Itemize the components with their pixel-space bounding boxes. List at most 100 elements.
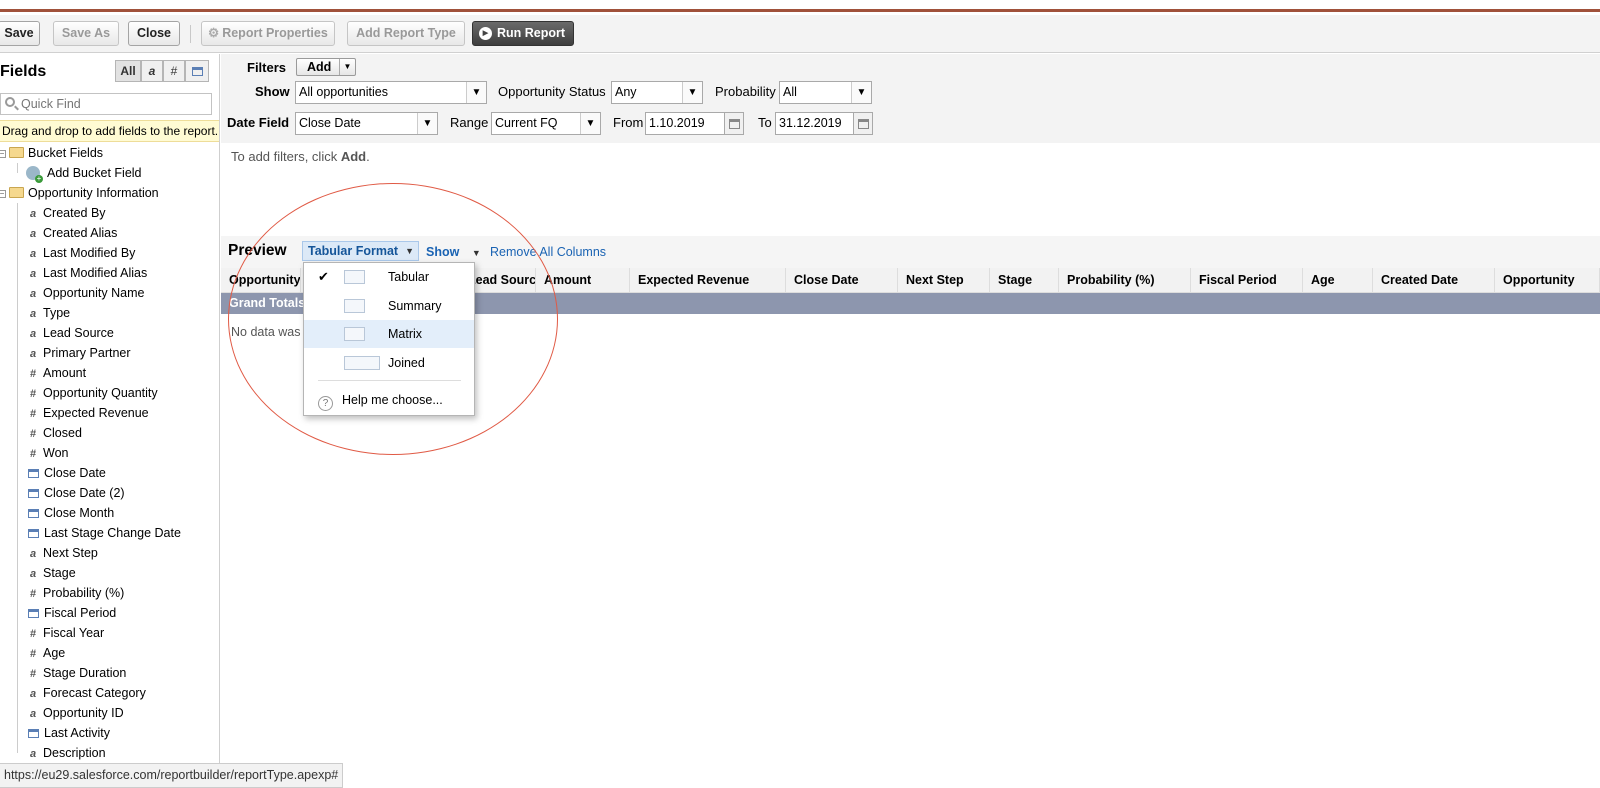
- opportunity-status-label: Opportunity Status: [498, 84, 606, 99]
- field-item[interactable]: a Last Modified Alias: [28, 263, 147, 283]
- folder-icon: [9, 147, 24, 158]
- field-item[interactable]: Last Activity: [28, 723, 110, 743]
- field-item[interactable]: a Description: [28, 743, 106, 763]
- field-item[interactable]: # Expected Revenue: [28, 403, 149, 423]
- opportunity-status-select[interactable]: Any ▼: [611, 81, 703, 104]
- chevron-down-icon: ▼: [580, 113, 600, 134]
- search-icon-handle: [14, 105, 19, 111]
- from-calendar-button[interactable]: [724, 112, 744, 135]
- field-item[interactable]: # Fiscal Year: [28, 623, 104, 643]
- column-header[interactable]: Probability (%): [1059, 268, 1191, 293]
- field-item-label: Created By: [43, 206, 106, 220]
- chevron-down-icon: ▼: [339, 59, 355, 75]
- field-group[interactable]: − Bucket Fields: [0, 143, 103, 163]
- filter-text-button[interactable]: a: [141, 60, 163, 82]
- field-item[interactable]: a Opportunity ID: [28, 703, 124, 723]
- save-as-button[interactable]: Save As: [53, 21, 119, 46]
- chevron-down-icon: ▼: [682, 82, 702, 103]
- run-report-button[interactable]: ▶ Run Report: [472, 21, 574, 46]
- help-me-choose-item[interactable]: ? Help me choose...: [318, 389, 443, 411]
- collapse-icon[interactable]: −: [0, 190, 6, 198]
- to-calendar-button[interactable]: [853, 112, 873, 135]
- close-button[interactable]: Close: [128, 21, 180, 46]
- add-filter-label: Add: [307, 60, 332, 74]
- add-filter-message-suffix: .: [366, 149, 370, 164]
- column-header[interactable]: Created Date: [1373, 268, 1495, 293]
- filter-date-button[interactable]: [185, 60, 209, 82]
- probability-select[interactable]: All ▼: [779, 81, 872, 104]
- format-option-tabular[interactable]: ✔ Tabular: [304, 263, 474, 291]
- show-dropdown-link[interactable]: Show ▼: [426, 245, 481, 259]
- column-header[interactable]: Stage: [990, 268, 1059, 293]
- field-item[interactable]: # Stage Duration: [28, 663, 126, 683]
- field-item[interactable]: + Add Bucket Field: [26, 163, 142, 183]
- format-option-joined[interactable]: Joined: [304, 349, 474, 377]
- field-item[interactable]: # Age: [28, 643, 65, 663]
- format-option-matrix[interactable]: Matrix: [304, 320, 474, 348]
- collapse-icon[interactable]: −: [0, 150, 6, 158]
- column-header[interactable]: Close Date: [786, 268, 898, 293]
- field-item[interactable]: a Primary Partner: [28, 343, 131, 363]
- field-item[interactable]: a Lead Source: [28, 323, 114, 343]
- filter-all-button[interactable]: All: [115, 60, 141, 82]
- to-label: To: [758, 115, 772, 130]
- show-select[interactable]: All opportunities ▼: [295, 81, 487, 104]
- field-item[interactable]: a Last Modified By: [28, 243, 135, 263]
- field-item[interactable]: # Won: [28, 443, 69, 463]
- format-option-summary[interactable]: Summary: [304, 292, 474, 320]
- add-filter-button[interactable]: Add ▼: [296, 58, 356, 76]
- quick-find-input[interactable]: [21, 97, 206, 111]
- date-field-select[interactable]: Close Date ▼: [295, 112, 438, 135]
- filter-number-button[interactable]: #: [163, 60, 185, 82]
- add-report-type-button[interactable]: Add Report Type: [347, 21, 465, 46]
- field-item-label: Last Activity: [44, 726, 110, 740]
- add-filter-message: To add filters, click Add.: [231, 149, 370, 164]
- report-properties-button[interactable]: ⚙ Report Properties: [201, 21, 335, 46]
- calendar-icon: [28, 469, 39, 478]
- probability-value: All: [783, 85, 797, 99]
- remove-all-columns-link[interactable]: Remove All Columns: [490, 245, 606, 259]
- field-item[interactable]: a Created By: [28, 203, 106, 223]
- field-item[interactable]: Last Stage Change Date: [28, 523, 181, 543]
- column-header[interactable]: Amount: [536, 268, 630, 293]
- column-header[interactable]: Opportunity: [1495, 268, 1600, 293]
- field-item-label: Add Bucket Field: [47, 166, 142, 180]
- field-item[interactable]: a Opportunity Name: [28, 283, 145, 303]
- field-item[interactable]: # Probability (%): [28, 583, 124, 603]
- field-group[interactable]: − Opportunity Information: [0, 183, 159, 203]
- number-icon: #: [29, 368, 37, 380]
- calendar-icon: [28, 529, 39, 538]
- column-header[interactable]: Age: [1303, 268, 1373, 293]
- tree-guide-line: [17, 203, 18, 753]
- from-date-input[interactable]: 1.10.2019: [645, 112, 725, 135]
- field-item[interactable]: # Amount: [28, 363, 86, 383]
- field-item[interactable]: a Stage: [28, 563, 76, 583]
- number-icon: #: [29, 388, 37, 400]
- field-item[interactable]: Close Month: [28, 503, 114, 523]
- menu-divider: [318, 380, 461, 381]
- field-item[interactable]: a Type: [28, 303, 70, 323]
- number-icon: #: [29, 628, 37, 640]
- save-button[interactable]: Save: [0, 21, 40, 46]
- to-date-input[interactable]: 31.12.2019: [775, 112, 854, 135]
- format-dropdown-button[interactable]: Tabular Format ▼: [302, 241, 419, 261]
- field-item[interactable]: # Opportunity Quantity: [28, 383, 158, 403]
- field-item[interactable]: Fiscal Period: [28, 603, 116, 623]
- text-icon: a: [29, 748, 37, 760]
- column-header[interactable]: Opportunity N: [221, 268, 301, 293]
- field-item[interactable]: Close Date (2): [28, 483, 125, 503]
- field-item-label: Last Modified Alias: [43, 266, 148, 280]
- calendar-icon: [858, 119, 869, 129]
- joined-format-icon: [344, 355, 380, 370]
- quick-find-field[interactable]: [0, 93, 212, 115]
- field-item[interactable]: a Created Alias: [28, 223, 117, 243]
- field-item[interactable]: a Forecast Category: [28, 683, 146, 703]
- field-item[interactable]: Close Date: [28, 463, 106, 483]
- column-header[interactable]: Expected Revenue: [630, 268, 786, 293]
- column-header[interactable]: Next Step: [898, 268, 990, 293]
- column-header[interactable]: Fiscal Period: [1191, 268, 1303, 293]
- range-select[interactable]: Current FQ ▼: [491, 112, 601, 135]
- field-item[interactable]: # Closed: [28, 423, 82, 443]
- top-accent-bar: [0, 0, 1600, 12]
- field-item[interactable]: a Next Step: [28, 543, 98, 563]
